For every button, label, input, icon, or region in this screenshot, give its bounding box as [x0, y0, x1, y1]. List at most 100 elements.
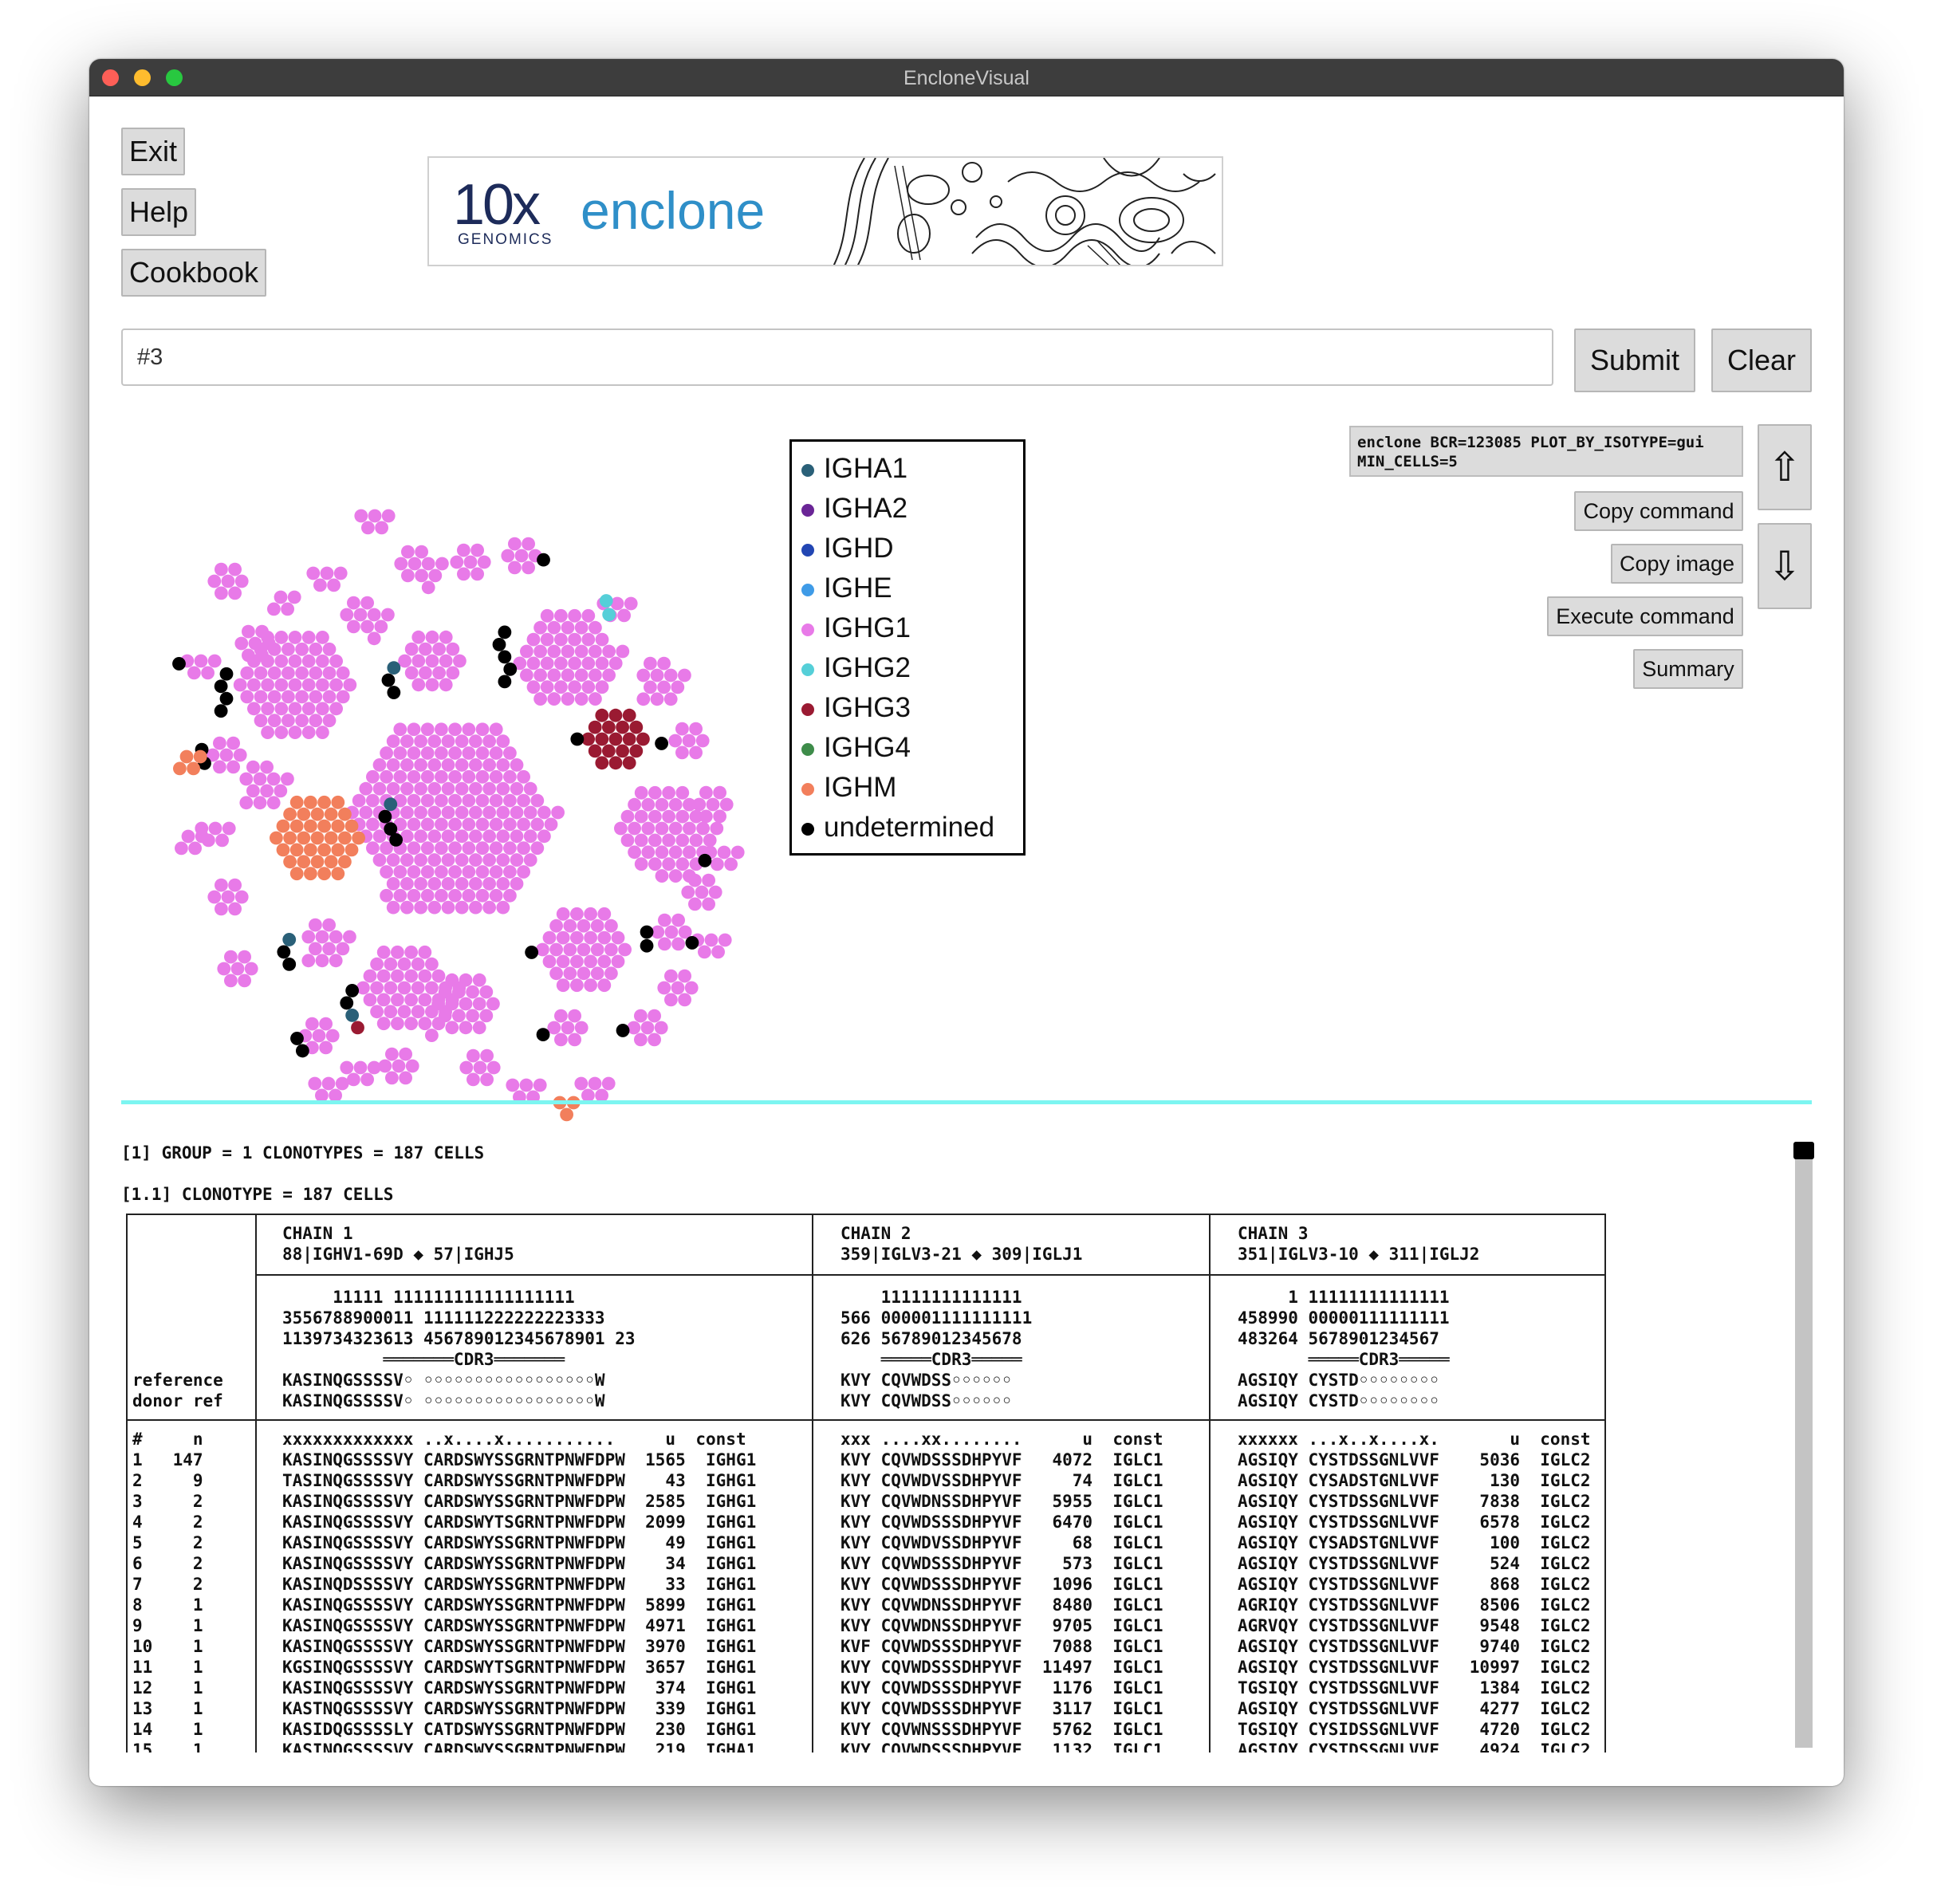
- app-window: EncloneVisual Exit Help Cookbook 10x GEN…: [89, 59, 1844, 1786]
- cell-dot: [455, 876, 469, 891]
- cell-dot: [219, 691, 234, 706]
- cell-dot: [706, 797, 720, 812]
- cell-dot: [475, 793, 490, 808]
- cell-dot: [503, 769, 517, 784]
- submit-button[interactable]: Submit: [1574, 328, 1695, 392]
- cell-dot: [446, 642, 460, 656]
- cell-dot: [435, 722, 448, 737]
- cell-dot: [554, 680, 568, 694]
- execute-command-button[interactable]: Execute command: [1547, 596, 1743, 636]
- cell-dot: [234, 890, 249, 904]
- cell-dot: [469, 900, 482, 915]
- cell-dot: [316, 726, 329, 739]
- output-scroll-thumb[interactable]: [1793, 1142, 1814, 1159]
- cell-dot: [628, 797, 641, 812]
- clear-button[interactable]: Clear: [1711, 328, 1812, 392]
- cell-dot: [469, 853, 482, 867]
- cell-dot: [343, 678, 357, 692]
- cell-dot: [260, 784, 274, 798]
- legend-dot: [801, 743, 814, 756]
- cell-dot: [297, 855, 311, 869]
- cell-dot: [574, 1076, 589, 1091]
- cell-dot: [503, 865, 517, 879]
- cell-dot: [671, 981, 685, 995]
- cell-dot: [386, 876, 400, 891]
- down-arrow-button[interactable]: ⇩: [1758, 523, 1812, 609]
- cell-dot: [419, 666, 432, 680]
- chain3-positions: 1 11111111111111 458990 00000111111111 4…: [1238, 1288, 1450, 1410]
- cell-dot: [366, 817, 380, 832]
- cell-dot: [319, 1017, 333, 1031]
- copy-command-button[interactable]: Copy command: [1574, 491, 1743, 531]
- cell-dot: [525, 946, 539, 959]
- cell-dot: [489, 746, 503, 760]
- cell-dot: [393, 888, 407, 903]
- cell-dot: [297, 807, 311, 821]
- cell-dot: [428, 568, 443, 583]
- cell-dot: [455, 758, 469, 772]
- chain2-positions: 11111111111111 566 000001111111111 626 5…: [841, 1288, 1033, 1410]
- cell-dot: [414, 876, 427, 891]
- cell-dot: [301, 702, 316, 716]
- cell-dot: [704, 933, 718, 947]
- cell-dot: [547, 644, 561, 659]
- cell-dot: [411, 630, 426, 644]
- cell-dot: [281, 690, 295, 704]
- cell-dot: [644, 656, 657, 671]
- cell-dot: [597, 907, 612, 921]
- cell-dot: [301, 954, 316, 968]
- summary-button[interactable]: Summary: [1633, 649, 1743, 689]
- cell-dot: [226, 760, 240, 774]
- cell-dot: [315, 930, 329, 944]
- cell-dot: [448, 888, 462, 903]
- cell-dot: [283, 807, 297, 821]
- legend-dot: [801, 504, 814, 517]
- cell-dot: [439, 654, 453, 668]
- cell-dot: [400, 876, 414, 891]
- cell-dot: [397, 981, 411, 995]
- command-input[interactable]: [121, 328, 1553, 386]
- cell-dot: [352, 831, 365, 845]
- output-scrollbar[interactable]: [1795, 1147, 1813, 1748]
- cell-dot: [622, 756, 636, 770]
- cell-dot: [387, 686, 401, 699]
- cell-dot: [407, 841, 421, 856]
- cell-dot: [540, 608, 554, 623]
- cell-dot: [324, 831, 338, 845]
- legend-label: IGHA2: [824, 493, 908, 524]
- cell-dot: [537, 829, 551, 844]
- help-button[interactable]: Help: [121, 188, 196, 236]
- legend-label: IGHG2: [824, 652, 911, 683]
- cell-dot: [530, 817, 545, 832]
- cell-dot: [254, 666, 268, 680]
- cell-dot: [361, 521, 375, 535]
- copy-image-button[interactable]: Copy image: [1611, 544, 1743, 584]
- cell-dot: [540, 656, 554, 671]
- cell-dot: [469, 781, 482, 796]
- cell-dot: [354, 509, 368, 523]
- cell-dot: [537, 805, 551, 820]
- exit-button[interactable]: Exit: [121, 128, 185, 175]
- cell-dot: [530, 841, 545, 856]
- table-divider-1: [255, 1214, 257, 1753]
- cell-dot: [696, 821, 710, 836]
- cell-dot: [523, 805, 537, 820]
- cell-dot: [248, 636, 262, 651]
- cell-dot: [681, 885, 695, 899]
- cell-dot: [711, 945, 725, 959]
- cell-dot: [719, 797, 734, 812]
- cell-dot: [688, 873, 702, 887]
- cell-dot: [384, 797, 398, 812]
- row-index-column: # n 1 147 2 9 3 2 4 2 5 2 6 2 7 2 8 1 9 …: [132, 1430, 203, 1753]
- cell-dot: [671, 680, 685, 694]
- table-border-top: [126, 1214, 1606, 1215]
- cell-dot: [588, 720, 602, 734]
- plot-legend: IGHA1 IGHA2 IGHD IGHE IGHG1 IGHG2 IGHG3 IGHG4 IG…: [789, 439, 1026, 856]
- cookbook-button[interactable]: Cookbook: [121, 249, 266, 297]
- legend-dot: [801, 663, 814, 676]
- cell-dot: [432, 666, 446, 680]
- up-arrow-button[interactable]: ⇧: [1758, 424, 1812, 510]
- cell-dot: [668, 797, 683, 812]
- cell-dot: [255, 648, 269, 663]
- cell-dot: [584, 907, 597, 921]
